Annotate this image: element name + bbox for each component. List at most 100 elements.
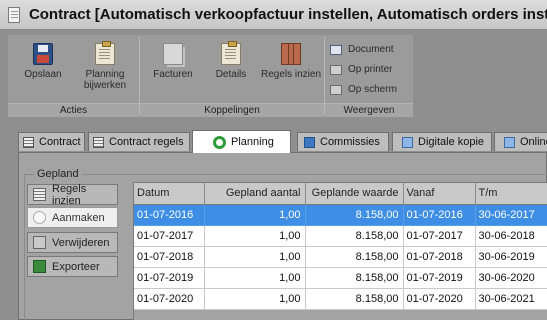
- ribbon-group-acties: Opslaan Planning bijwerken Acties: [8, 35, 139, 117]
- create-button[interactable]: Aanmaken: [27, 207, 118, 228]
- document-button[interactable]: Document: [330, 44, 394, 55]
- table-row[interactable]: 01-07-2019 1,00 8.158,00 01-07-2019 30-0…: [134, 267, 547, 289]
- ribbon: Opslaan Planning bijwerken Acties Factur…: [8, 35, 413, 117]
- save-icon: [33, 43, 53, 65]
- tab-contract-regels[interactable]: Contract regels: [88, 132, 190, 151]
- details-button[interactable]: Details: [210, 41, 252, 80]
- cell-tm: 30-06-2020: [475, 267, 547, 289]
- ribbon-group-label-koppelingen: Koppelingen: [140, 103, 324, 117]
- view-lines-side-label: Regels inzien: [52, 182, 87, 207]
- invoices-icon: [163, 43, 183, 65]
- print-button[interactable]: Op printer: [330, 64, 392, 75]
- cell-tm: 30-06-2018: [475, 225, 547, 247]
- view-lines-button[interactable]: Regels inzien: [260, 43, 322, 80]
- ribbon-group-koppelingen: Facturen Details Regels inzien Koppeling…: [140, 35, 324, 117]
- cell-geplande-waarde: 8.158,00: [305, 288, 404, 310]
- update-planning-label-1: Planning: [85, 69, 125, 80]
- invoices-button[interactable]: Facturen: [148, 43, 198, 80]
- cell-geplande-waarde: 8.158,00: [305, 225, 404, 247]
- view-lines-side-button[interactable]: Regels inzien: [27, 182, 118, 207]
- cell-gepland-aantal: 1,00: [204, 288, 306, 310]
- tab-contract[interactable]: Contract: [18, 132, 85, 151]
- table-header-row: Datum Gepland aantal Geplande waarde Van…: [134, 183, 547, 205]
- cell-vanaf: 01-07-2016: [403, 204, 476, 226]
- ribbon-group-label-acties: Acties: [8, 103, 139, 117]
- window-titlebar: Contract [Automatisch verkoopfactuur ins…: [0, 0, 547, 30]
- tab-commissies[interactable]: Commissies: [297, 132, 389, 151]
- printer-icon: [330, 64, 342, 75]
- create-button-label: Aanmaken: [52, 211, 105, 224]
- screen-button[interactable]: Op scherm: [330, 84, 397, 95]
- fieldset-legend: Gepland: [34, 168, 82, 180]
- cell-vanaf: 01-07-2017: [403, 225, 476, 247]
- cell-tm: 30-06-2019: [475, 246, 547, 268]
- excel-icon: [33, 260, 46, 273]
- grid-icon: [23, 136, 34, 148]
- books-icon: [281, 43, 301, 65]
- cell-datum: 01-07-2018: [134, 246, 205, 268]
- screen-button-label: Op scherm: [348, 84, 397, 95]
- save-button-label: Opslaan: [24, 69, 62, 80]
- column-header-gepland-aantal[interactable]: Gepland aantal: [204, 183, 306, 205]
- cycle-icon: [213, 135, 226, 149]
- cell-geplande-waarde: 8.158,00: [305, 267, 404, 289]
- delete-icon: [33, 236, 46, 249]
- column-header-geplande-waarde[interactable]: Geplande waarde: [305, 183, 404, 205]
- cell-tm: 30-06-2017: [475, 204, 547, 226]
- tab-label: Digitale kopie: [418, 136, 485, 148]
- table-row[interactable]: 01-07-2016 1,00 8.158,00 01-07-2016 30-0…: [134, 204, 547, 226]
- column-header-tm[interactable]: T/m: [475, 183, 547, 205]
- cell-datum: 01-07-2019: [134, 267, 205, 289]
- cell-gepland-aantal: 1,00: [204, 246, 306, 268]
- delete-button[interactable]: Verwijderen: [27, 232, 118, 253]
- column-header-datum[interactable]: Datum: [134, 183, 205, 205]
- cell-datum: 01-07-2020: [134, 288, 205, 310]
- details-button-label: Details: [215, 69, 247, 80]
- printer-screen-icon: [330, 84, 342, 95]
- window-title: Contract [Automatisch verkoopfactuur ins…: [28, 6, 547, 23]
- cell-gepland-aantal: 1,00: [204, 204, 306, 226]
- copy-icon: [504, 136, 515, 148]
- cell-datum: 01-07-2016: [134, 204, 205, 226]
- word-document-icon: [330, 44, 342, 55]
- cell-geplande-waarde: 8.158,00: [305, 204, 404, 226]
- tab-strip: Contract Contract regels Planning Commis…: [0, 130, 547, 153]
- planning-table: Datum Gepland aantal Geplande waarde Van…: [133, 182, 547, 320]
- export-button-label: Exporteer: [52, 260, 100, 273]
- commission-icon: [304, 136, 315, 148]
- table-row[interactable]: 01-07-2017 1,00 8.158,00 01-07-2017 30-0…: [134, 225, 547, 247]
- tab-label: Commissies: [320, 136, 380, 148]
- cell-vanaf: 01-07-2020: [403, 288, 476, 310]
- clipboard-icon: [95, 41, 115, 65]
- tab-planning[interactable]: Planning: [192, 130, 291, 153]
- ribbon-group-label-weergeven: Weergeven: [325, 103, 413, 117]
- update-planning-button[interactable]: Planning bijwerken: [74, 41, 136, 91]
- column-header-vanaf[interactable]: Vanaf: [403, 183, 476, 205]
- grid-icon: [33, 188, 46, 201]
- export-button[interactable]: Exporteer: [27, 256, 118, 277]
- invoices-button-label: Facturen: [153, 69, 193, 80]
- cell-gepland-aantal: 1,00: [204, 225, 306, 247]
- tab-digitale-kopie[interactable]: Digitale kopie: [392, 132, 492, 151]
- grid-icon: [93, 136, 104, 148]
- cell-tm: 30-06-2021: [475, 288, 547, 310]
- cell-vanaf: 01-07-2019: [403, 267, 476, 289]
- save-button[interactable]: Opslaan: [16, 43, 70, 80]
- copy-icon: [402, 136, 413, 148]
- tab-label: Contract regels: [109, 136, 184, 148]
- print-button-label: Op printer: [348, 64, 393, 75]
- cell-gepland-aantal: 1,00: [204, 267, 306, 289]
- lightbulb-icon: [33, 211, 46, 224]
- table-row[interactable]: 01-07-2018 1,00 8.158,00 01-07-2018 30-0…: [134, 246, 547, 268]
- clipboard-icon: [221, 41, 241, 65]
- delete-button-label: Verwijderen: [52, 236, 110, 249]
- document-button-label: Document: [348, 44, 394, 55]
- tab-label: Contract: [39, 136, 81, 148]
- cell-geplande-waarde: 8.158,00: [305, 246, 404, 268]
- cell-vanaf: 01-07-2018: [403, 246, 476, 268]
- cell-datum: 01-07-2017: [134, 225, 205, 247]
- document-icon: [8, 6, 20, 23]
- table-row[interactable]: 01-07-2020 1,00 8.158,00 01-07-2020 30-0…: [134, 288, 547, 310]
- tab-online[interactable]: Online: [494, 132, 547, 151]
- view-lines-button-label: Regels inzien: [260, 69, 322, 80]
